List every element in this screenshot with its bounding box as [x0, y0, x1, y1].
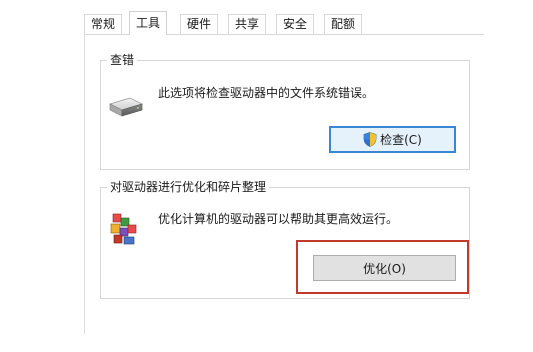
error-checking-title: 查错 — [107, 52, 138, 68]
panel-border — [84, 34, 85, 334]
tab-tools[interactable]: 工具 — [129, 11, 168, 35]
check-button[interactable]: 检查(C) — [329, 126, 456, 153]
defrag-icon — [108, 210, 140, 246]
tab-security[interactable]: 安全 — [276, 14, 315, 34]
optimize-title: 对驱动器进行优化和碎片整理 — [107, 179, 270, 195]
tab-strip: 常规 工具 硬件 共享 安全 配额 — [84, 8, 484, 35]
optimize-description: 优化计算机的驱动器可以帮助其更高效运行。 — [158, 212, 399, 226]
tab-quota[interactable]: 配额 — [324, 14, 363, 34]
drive-properties-tools-page: 常规 工具 硬件 共享 安全 配额 查错 此选项将检查驱动器中的文件系统错误。 … — [0, 0, 533, 352]
check-button-label: 检查(C) — [380, 133, 422, 147]
tab-sharing[interactable]: 共享 — [228, 14, 267, 34]
drive-icon — [108, 94, 144, 120]
highlight-box — [296, 240, 469, 294]
error-checking-description: 此选项将检查驱动器中的文件系统错误。 — [158, 86, 375, 100]
uac-shield-icon — [363, 132, 377, 147]
tab-general[interactable]: 常规 — [84, 14, 123, 34]
error-checking-group: 查错 — [100, 52, 470, 170]
tab-hardware[interactable]: 硬件 — [180, 14, 219, 34]
